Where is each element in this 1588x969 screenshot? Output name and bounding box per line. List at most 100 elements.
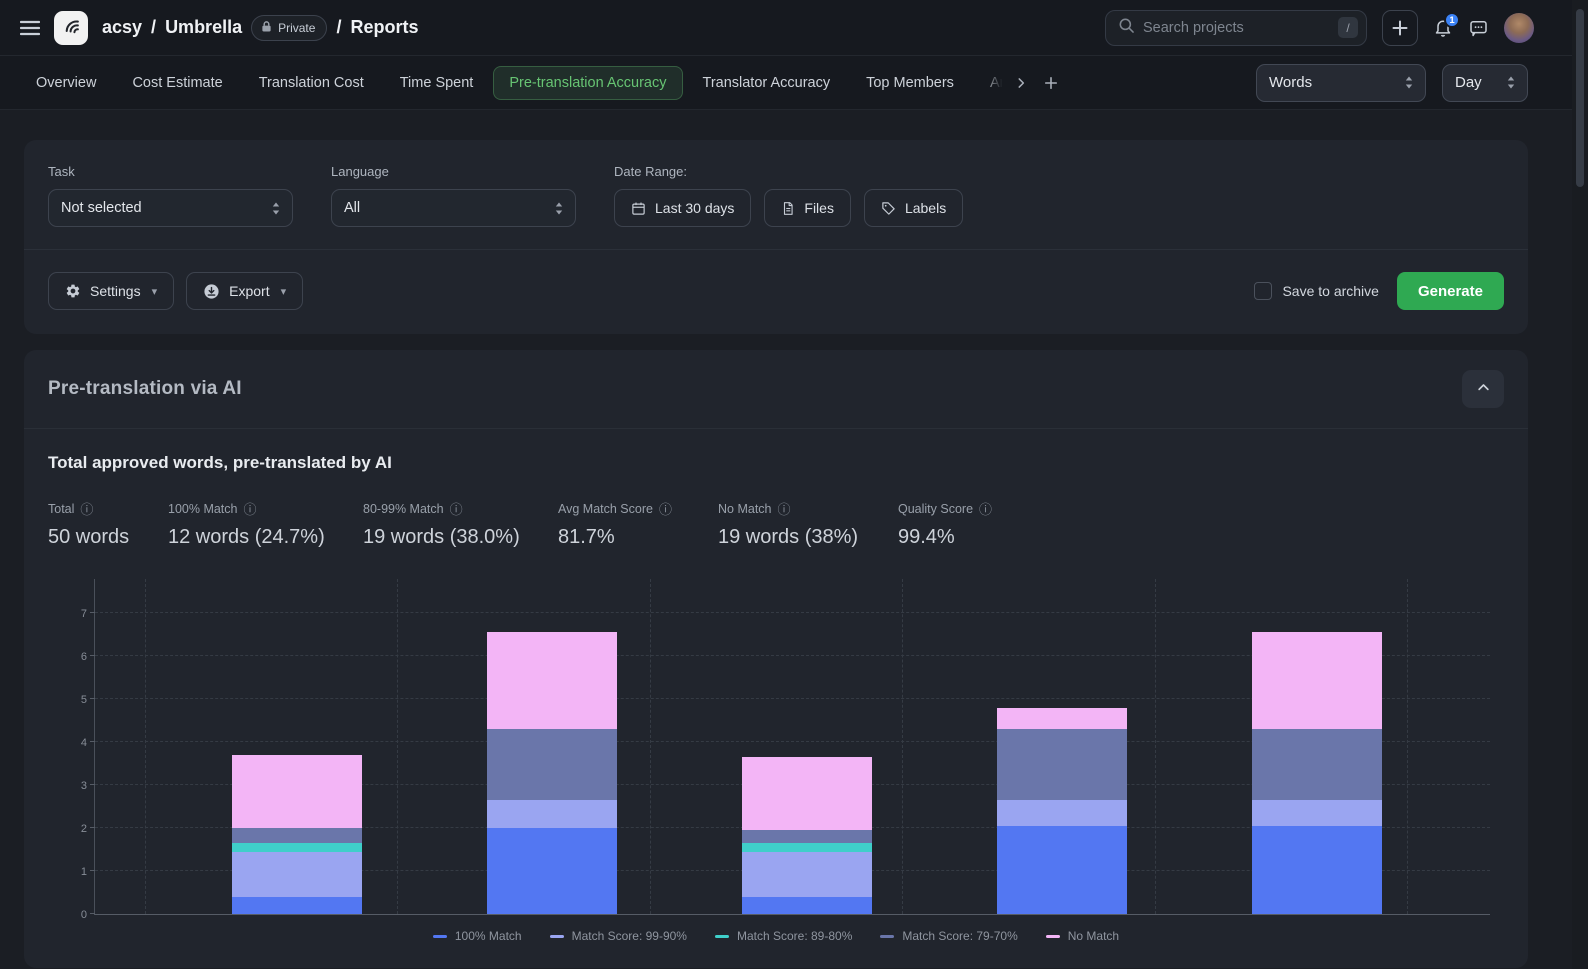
info-icon[interactable]: ⓘ — [778, 499, 791, 518]
search-box[interactable]: / — [1105, 10, 1367, 46]
bar-group[interactable] — [1252, 632, 1382, 914]
unit-select[interactable]: Words — [1256, 64, 1426, 102]
collapse-section-button[interactable] — [1462, 370, 1504, 408]
stat-total: Totalⓘ 50 words — [48, 499, 168, 549]
bar-segment[interactable] — [232, 852, 362, 897]
legend-item[interactable]: Match Score: 79-70% — [880, 929, 1017, 943]
bar-group[interactable] — [997, 708, 1127, 914]
language-select[interactable]: All — [331, 189, 576, 227]
notifications-bell-icon[interactable]: 1 — [1433, 17, 1453, 38]
tab-time-spent[interactable]: Time Spent — [384, 66, 490, 100]
tab-cost-estimate[interactable]: Cost Estimate — [116, 66, 238, 100]
stat-value: 50 words — [48, 526, 168, 549]
filter-divider — [24, 249, 1528, 250]
legend-item[interactable]: Match Score: 99-90% — [550, 929, 687, 943]
vertical-scrollbar[interactable] — [1572, 0, 1588, 969]
gridline-vertical — [145, 579, 146, 914]
bar-group[interactable] — [742, 757, 872, 914]
search-input[interactable] — [1143, 20, 1330, 36]
bar-segment[interactable] — [742, 852, 872, 897]
report-tab-bar: Overview Cost Estimate Translation Cost … — [0, 56, 1588, 110]
legend-label: Match Score: 89-80% — [737, 929, 852, 943]
bar-segment[interactable] — [742, 897, 872, 914]
save-to-archive-option[interactable]: Save to archive — [1254, 282, 1379, 300]
messages-icon[interactable] — [1468, 18, 1489, 38]
tab-overview[interactable]: Overview — [20, 66, 112, 100]
bar-segment[interactable] — [232, 897, 362, 914]
bar-group[interactable] — [487, 632, 617, 914]
save-to-archive-checkbox[interactable] — [1254, 282, 1272, 300]
tag-icon — [881, 201, 896, 216]
y-axis-tick-label: 2 — [65, 823, 87, 835]
breadcrumb: acsy / Umbrella Private / Reports — [102, 15, 418, 41]
tab-translator-accuracy[interactable]: Translator Accuracy — [687, 66, 847, 100]
main-content: Task Not selected Language All — [0, 110, 1588, 968]
bar-segment[interactable] — [1252, 826, 1382, 914]
bar-group[interactable] — [232, 755, 362, 914]
stat-value: 99.4% — [898, 526, 992, 549]
tab-truncated[interactable]: Ar — [974, 66, 1005, 100]
labels-filter-label: Labels — [905, 200, 946, 216]
bar-segment[interactable] — [997, 826, 1127, 914]
stat-label: Avg Match Score — [558, 502, 653, 516]
bar-segment[interactable] — [1252, 632, 1382, 729]
search-icon — [1118, 17, 1135, 39]
language-label: Language — [331, 164, 576, 179]
bar-segment[interactable] — [742, 830, 872, 843]
info-icon[interactable]: ⓘ — [243, 499, 256, 518]
stat-quality-score: Quality Scoreⓘ 99.4% — [898, 499, 992, 549]
breadcrumb-org[interactable]: acsy — [102, 17, 142, 38]
bar-segment[interactable] — [742, 757, 872, 830]
bar-segment[interactable] — [997, 729, 1127, 800]
legend-item[interactable]: Match Score: 89-80% — [715, 929, 852, 943]
tab-pre-translation-accuracy[interactable]: Pre-translation Accuracy — [493, 66, 682, 100]
select-updown-icon — [555, 202, 563, 215]
generate-button[interactable]: Generate — [1397, 272, 1504, 310]
add-tab-button[interactable] — [1038, 70, 1064, 96]
settings-button[interactable]: Settings ▾ — [48, 272, 174, 310]
tab-top-members[interactable]: Top Members — [850, 66, 970, 100]
bar-segment[interactable] — [232, 843, 362, 852]
bar-segment[interactable] — [1252, 729, 1382, 800]
y-axis-tick-mark — [90, 612, 95, 613]
scrollbar-thumb[interactable] — [1576, 9, 1584, 187]
user-avatar[interactable] — [1504, 13, 1534, 43]
files-filter-button[interactable]: Files — [764, 189, 851, 227]
bar-segment[interactable] — [232, 755, 362, 828]
tab-translation-cost[interactable]: Translation Cost — [243, 66, 380, 100]
info-icon[interactable]: ⓘ — [80, 499, 93, 518]
tabs-scroll-right-button[interactable] — [1008, 70, 1034, 96]
bar-segment[interactable] — [487, 729, 617, 800]
hamburger-menu-icon[interactable] — [20, 20, 40, 36]
info-icon[interactable]: ⓘ — [659, 499, 672, 518]
legend-item[interactable]: 100% Match — [433, 929, 522, 943]
bar-segment[interactable] — [487, 632, 617, 729]
stat-avg-match-score: Avg Match Scoreⓘ 81.7% — [558, 499, 718, 549]
chart-title: Total approved words, pre-translated by … — [48, 453, 1504, 473]
bar-segment[interactable] — [997, 708, 1127, 730]
bar-segment[interactable] — [487, 800, 617, 828]
files-filter-label: Files — [804, 200, 834, 216]
create-project-button[interactable] — [1382, 10, 1418, 46]
task-select[interactable]: Not selected — [48, 189, 293, 227]
labels-filter-button[interactable]: Labels — [864, 189, 963, 227]
legend-item[interactable]: No Match — [1046, 929, 1119, 943]
bar-segment[interactable] — [742, 843, 872, 852]
y-axis-tick-mark — [90, 827, 95, 828]
app-logo[interactable] — [54, 11, 88, 45]
bar-segment[interactable] — [997, 800, 1127, 826]
date-range-button[interactable]: Last 30 days — [614, 189, 751, 227]
breadcrumb-project[interactable]: Umbrella — [165, 17, 242, 38]
legend-label: 100% Match — [455, 929, 522, 943]
bar-segment[interactable] — [1252, 800, 1382, 826]
privacy-badge: Private — [251, 15, 327, 41]
info-icon[interactable]: ⓘ — [450, 499, 463, 518]
bar-segment[interactable] — [232, 828, 362, 843]
export-button[interactable]: Export ▾ — [186, 272, 303, 310]
download-circle-icon — [203, 283, 220, 300]
gridline-vertical — [1407, 579, 1408, 914]
gridline-vertical — [397, 579, 398, 914]
bar-segment[interactable] — [487, 828, 617, 914]
info-icon[interactable]: ⓘ — [979, 499, 992, 518]
period-select[interactable]: Day — [1442, 64, 1528, 102]
